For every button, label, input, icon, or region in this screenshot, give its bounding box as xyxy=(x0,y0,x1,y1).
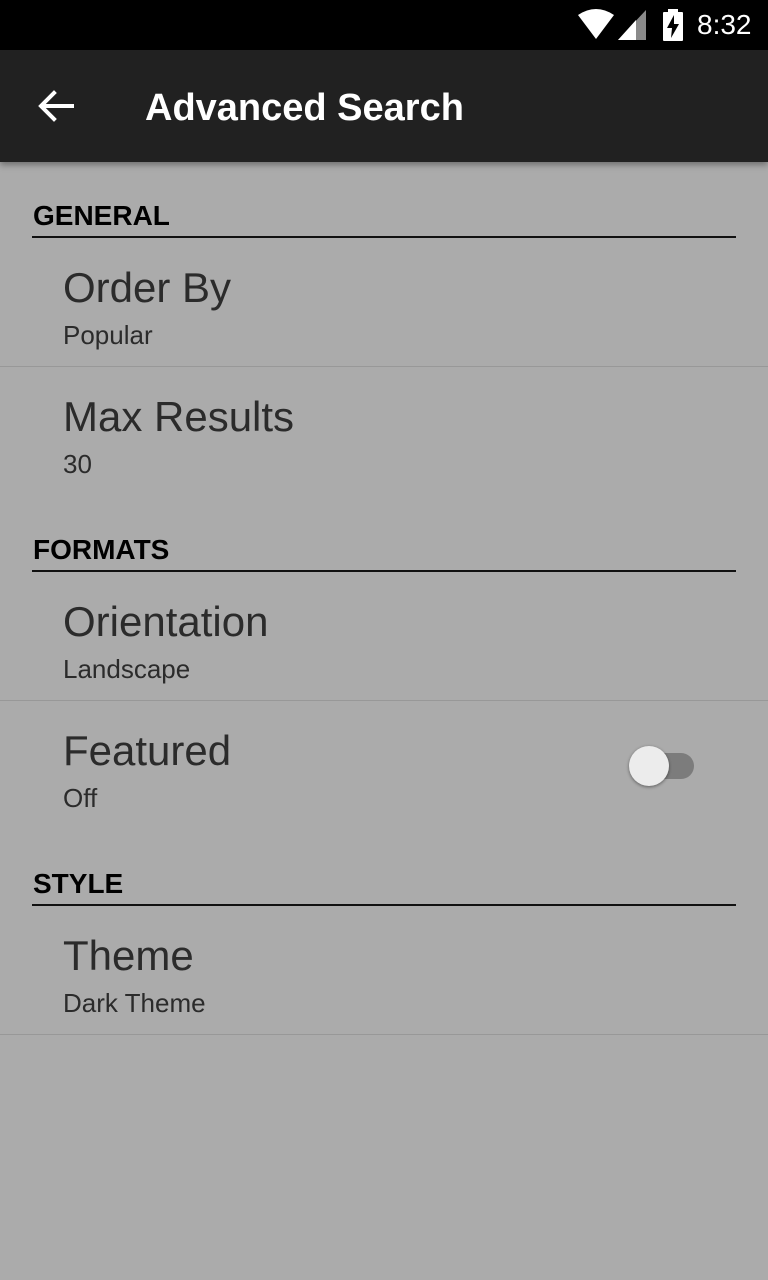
section-header-style: STYLE xyxy=(0,830,768,906)
battery-charging-icon xyxy=(663,9,683,41)
section-header-formats: FORMATS xyxy=(0,496,768,572)
pref-title: Orientation xyxy=(63,598,269,645)
arrow-left-icon xyxy=(38,90,74,122)
back-button[interactable] xyxy=(24,74,88,138)
app-bar: Advanced Search xyxy=(0,50,768,162)
preferences-list: GENERAL Order By Popular Max Results 30 … xyxy=(0,162,768,1035)
section-label: FORMATS xyxy=(33,534,170,565)
section-label: GENERAL xyxy=(33,200,170,231)
pref-title: Max Results xyxy=(63,393,295,440)
pref-title: Theme xyxy=(63,932,194,979)
pref-order-by[interactable]: Order By Popular xyxy=(0,238,768,367)
pref-summary: 30 xyxy=(63,449,92,479)
section-header-general: GENERAL xyxy=(0,162,768,238)
pref-title: Order By xyxy=(63,264,232,311)
cell-signal-icon xyxy=(618,10,646,40)
pref-summary: Dark Theme xyxy=(63,988,206,1018)
pref-summary: Off xyxy=(63,783,98,813)
page-title: Advanced Search xyxy=(145,87,464,129)
status-time: 8:32 xyxy=(697,9,752,40)
pref-featured[interactable]: Featured Off xyxy=(0,701,768,830)
section-label: STYLE xyxy=(33,868,124,899)
status-bar: 8:32 xyxy=(0,0,768,50)
pref-summary: Popular xyxy=(63,320,153,350)
featured-toggle[interactable] xyxy=(628,745,696,787)
wifi-icon xyxy=(578,9,614,39)
pref-max-results[interactable]: Max Results 30 xyxy=(0,367,768,496)
toggle-thumb xyxy=(629,746,669,786)
pref-title: Featured xyxy=(63,727,232,774)
pref-theme[interactable]: Theme Dark Theme xyxy=(0,906,768,1035)
pref-orientation[interactable]: Orientation Landscape xyxy=(0,572,768,701)
pref-summary: Landscape xyxy=(63,654,191,684)
